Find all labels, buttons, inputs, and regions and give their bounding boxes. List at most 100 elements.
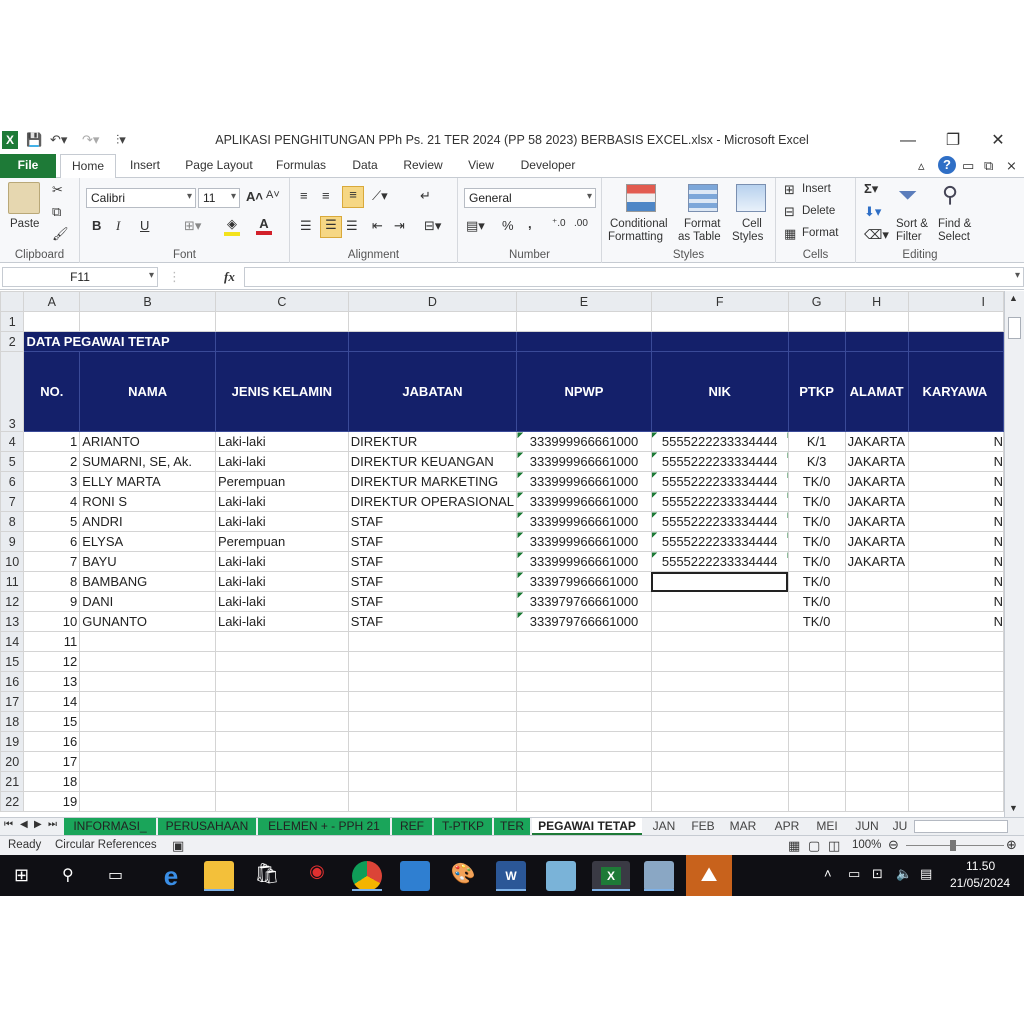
header-jenis-kelamin[interactable]: JENIS KELAMIN — [214, 351, 349, 432]
row-header[interactable]: 5 — [0, 451, 25, 472]
cell[interactable] — [787, 331, 846, 352]
cell[interactable] — [79, 791, 216, 812]
column-header-d[interactable]: D — [347, 291, 518, 312]
cell-jenis-kelamin[interactable]: Laki-laki — [214, 451, 349, 472]
cell-no[interactable]: 10 — [23, 611, 81, 632]
decrease-decimal-icon[interactable]: .00 — [574, 218, 588, 229]
cell-npwp[interactable]: 333999966661000 — [516, 451, 652, 472]
task-view-icon[interactable]: ▭ — [108, 865, 123, 885]
bold-button[interactable]: B — [92, 218, 101, 233]
header-karyawan[interactable]: KARYAWA — [907, 351, 1004, 432]
cell-nik[interactable]: 5555222233334444 — [650, 451, 789, 472]
cell-jabatan[interactable]: DIREKTUR OPERASIONAL — [347, 491, 518, 512]
cell[interactable] — [347, 671, 518, 692]
cell-ptkp[interactable]: TK/0 — [787, 551, 846, 572]
cell[interactable] — [650, 751, 789, 772]
font-color-icon[interactable]: A — [256, 216, 272, 235]
delete-cells-icon[interactable]: ⊟ — [784, 204, 795, 220]
cell[interactable] — [844, 791, 909, 812]
tab-page-layout[interactable]: Page Layout — [180, 154, 258, 178]
underline-button[interactable]: U — [140, 218, 149, 233]
column-header-g[interactable]: G — [787, 291, 846, 312]
cell-jenis-kelamin[interactable]: Perempuan — [214, 471, 349, 492]
page-layout-view-icon[interactable]: ▢ — [808, 838, 820, 854]
format-as-table-label1[interactable]: Format — [684, 218, 720, 230]
cell[interactable] — [844, 751, 909, 772]
row-header[interactable]: 6 — [0, 471, 25, 492]
cell-no[interactable]: 12 — [23, 651, 81, 672]
cell-styles-icon[interactable] — [736, 184, 766, 212]
show-hidden-icons-icon[interactable]: ˄ — [824, 866, 832, 881]
column-header-h[interactable]: H — [844, 291, 909, 312]
cell[interactable] — [844, 711, 909, 732]
cell-alamat[interactable]: JAKARTA — [844, 431, 909, 452]
cell-no[interactable]: 16 — [23, 731, 81, 752]
cell[interactable] — [516, 311, 652, 332]
tab-view[interactable]: View — [460, 154, 502, 178]
cell-karyawan[interactable]: N — [907, 551, 1004, 572]
cell[interactable] — [347, 731, 518, 752]
insert-cells-icon[interactable]: ⊞ — [784, 182, 795, 198]
help-icon[interactable]: ? — [938, 156, 956, 174]
sheet-tab-apr[interactable]: APR — [768, 818, 806, 835]
cell-no[interactable]: 6 — [23, 531, 81, 552]
windows-start-icon[interactable]: ⊞ — [14, 865, 29, 886]
cell-nik[interactable] — [650, 611, 789, 632]
cell[interactable] — [907, 671, 1004, 692]
sheet-tab-jan[interactable]: JAN — [646, 818, 682, 835]
sort-filter-label2[interactable]: Filter — [896, 231, 922, 243]
font-name-select[interactable]: Calibri — [86, 188, 196, 208]
cell-nama[interactable]: SUMARNI, SE, Ak. — [79, 451, 216, 472]
status-circular-references[interactable]: Circular References — [55, 839, 157, 851]
cell-nama[interactable]: BAYU — [79, 551, 216, 572]
cell-nik[interactable]: 5555222233334444 — [650, 531, 789, 552]
taskbar-date[interactable]: 21/05/2024 — [950, 876, 1010, 890]
find-select-label2[interactable]: Select — [938, 231, 970, 243]
cell-alamat[interactable]: JAKARTA — [844, 471, 909, 492]
cell-karyawan[interactable]: N — [907, 451, 1004, 472]
cell-jenis-kelamin[interactable]: Laki-laki — [214, 571, 349, 592]
find-select-icon[interactable]: ⚲ — [942, 182, 958, 208]
cell-nik[interactable]: 5555222233334444 — [650, 491, 789, 512]
row-header[interactable]: 17 — [0, 691, 25, 712]
cell-no[interactable]: 19 — [23, 791, 81, 812]
cell-jabatan[interactable]: STAF — [347, 511, 518, 532]
cell-no[interactable]: 18 — [23, 771, 81, 792]
tab-insert[interactable]: Insert — [122, 154, 168, 178]
bottom-align-icon[interactable]: ≡ — [342, 186, 364, 208]
cell[interactable] — [23, 311, 81, 332]
cell-karyawan[interactable]: N — [907, 611, 1004, 632]
cell-no[interactable]: 2 — [23, 451, 81, 472]
sheet-tab-informasi[interactable]: INFORMASI_ — [64, 818, 156, 835]
cell[interactable] — [516, 771, 652, 792]
cell-no[interactable]: 7 — [23, 551, 81, 572]
cell[interactable] — [787, 751, 846, 772]
cell-ptkp[interactable]: TK/0 — [787, 491, 846, 512]
cell[interactable] — [787, 631, 846, 652]
tab-file[interactable]: File — [0, 154, 56, 178]
cell-nik[interactable] — [650, 571, 789, 592]
italic-button[interactable]: I — [116, 218, 120, 234]
autosum-icon[interactable]: Σ▾ — [864, 181, 878, 197]
tab-home[interactable]: Home — [60, 154, 116, 179]
cell-nik[interactable]: 5555222233334444 — [650, 511, 789, 532]
fill-icon[interactable]: ⬇▾ — [864, 204, 881, 220]
row-header[interactable]: 13 — [0, 611, 25, 632]
wrap-text-icon[interactable]: ↵ — [420, 188, 431, 204]
middle-align-icon[interactable]: ≡ — [322, 188, 330, 203]
cell[interactable] — [347, 311, 518, 332]
cell-jenis-kelamin[interactable]: Laki-laki — [214, 591, 349, 612]
top-align-icon[interactable]: ≡ — [300, 188, 308, 203]
row-header[interactable]: 20 — [0, 751, 25, 772]
cell[interactable] — [650, 691, 789, 712]
sheet-tab-ref[interactable]: REF — [392, 818, 432, 835]
cell-no[interactable]: 14 — [23, 691, 81, 712]
tab-developer[interactable]: Developer — [514, 154, 582, 178]
volume-icon[interactable]: 🔈 — [896, 866, 912, 882]
align-left-icon[interactable]: ☰ — [300, 218, 312, 234]
cell-ptkp[interactable]: TK/0 — [787, 591, 846, 612]
cell-ptkp[interactable]: TK/0 — [787, 571, 846, 592]
cell[interactable] — [844, 731, 909, 752]
cell-alamat[interactable] — [844, 571, 909, 592]
align-center-icon[interactable]: ☰ — [320, 216, 342, 238]
